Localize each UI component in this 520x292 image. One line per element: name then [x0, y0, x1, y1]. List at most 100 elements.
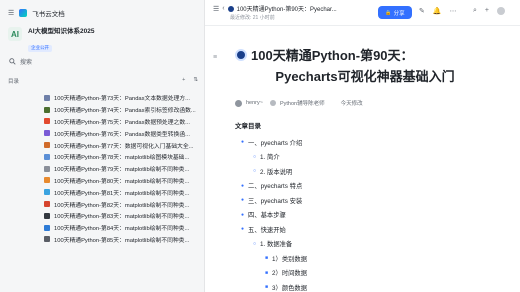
- toc-item-label: 四、基本步骤: [248, 212, 286, 220]
- toc-item[interactable]: ○ 1. 简介: [235, 150, 505, 165]
- sidebar-nav: 100天精通Python-第73天：Pandas文本数据处理方... 100天精…: [0, 92, 205, 245]
- toc-item[interactable]: ■ 1）类别数据: [235, 251, 505, 266]
- bullet-icon: ○: [253, 168, 257, 175]
- sidebar-item-label: 100天精通Python-第77天：数据可视化入门基础大全...: [54, 143, 194, 150]
- avatar-icon[interactable]: [497, 7, 506, 15]
- toc-item[interactable]: ● 二、pyecharts 特点: [235, 179, 505, 194]
- kb-badge: 企业公开: [28, 45, 52, 52]
- plus-icon[interactable]: +: [485, 7, 489, 15]
- doc-thumbnail-icon: [44, 224, 50, 231]
- sidebar-item-label: 100天精通Python-第80天：matplotlib绘制不同种类...: [54, 178, 190, 185]
- window-tools: ⌕ +: [473, 7, 506, 15]
- toc-item[interactable]: ■ 3）颜色数据: [235, 280, 505, 292]
- header-tools: ✎ 🔔 ⋯: [419, 7, 457, 15]
- sidebar-item[interactable]: 100天精通Python-第73天：Pandas文本数据处理方...: [0, 92, 205, 104]
- sidebar-item[interactable]: 100天精通Python-第81天：matplotlib绘制不同种类...: [0, 186, 205, 198]
- edit-icon[interactable]: ✎: [419, 7, 425, 15]
- share-button[interactable]: 🔒 分享: [378, 6, 412, 19]
- sidebar-toggle-icon[interactable]: ☰: [213, 5, 219, 13]
- bullet-icon: ■: [265, 255, 269, 262]
- sidebar-item-label: 100天精通Python-第74天：Pandas索引标签修改函数...: [54, 108, 196, 115]
- sidebar-item-label: 100天精通Python-第73天：Pandas文本数据处理方...: [54, 96, 190, 103]
- doc-thumbnail-icon: [44, 189, 50, 196]
- sidebar-item[interactable]: 100天精通Python-第74天：Pandas索引标签修改函数...: [0, 104, 205, 116]
- sidebar-item[interactable]: 100天精通Python-第76天：Pandas数据类型转换函...: [0, 127, 205, 139]
- doc-thumbnail-icon: [44, 212, 50, 219]
- directory-label: 目录: [8, 79, 20, 85]
- toc-item[interactable]: ○ 2. 版本说明: [235, 164, 505, 179]
- toc-title: 文章目录: [235, 123, 261, 130]
- more-icon[interactable]: ⋯: [450, 7, 457, 15]
- knowledge-base-header[interactable]: AI AI大模型知识体系2025 企业公开: [8, 27, 94, 54]
- sidebar-item[interactable]: 100天精通Python-第84天：matplotlib绘制不同种类...: [0, 222, 205, 234]
- last-modified: 最近修改: 21 小时前: [230, 15, 275, 21]
- doc-thumbnail-icon: [44, 153, 50, 160]
- sidebar-item-label: 100天精通Python-第81天：matplotlib绘制不同种类...: [54, 190, 190, 197]
- outline-toggle-icon[interactable]: ≡: [213, 54, 217, 61]
- sort-icon[interactable]: ⇅: [193, 77, 198, 85]
- doc-title-line1: 100天精通Python-第90天：: [251, 48, 414, 63]
- bullet-icon: ■: [265, 284, 269, 291]
- bullet-icon: ●: [241, 139, 245, 146]
- bullet-icon: ●: [241, 226, 245, 233]
- sidebar-item[interactable]: 100天精通Python-第85天：matplotlib绘制不同种类...: [0, 234, 205, 246]
- sidebar-item[interactable]: 100天精通Python-第80天：matplotlib绘制不同种类...: [0, 175, 205, 187]
- breadcrumb-title[interactable]: 100天精通Python-第90天：Pyechar...: [237, 4, 337, 13]
- bell-icon[interactable]: 🔔: [433, 7, 442, 15]
- menu-icon[interactable]: ☰: [8, 9, 14, 17]
- main-content: ☰ ‹ 100天精通Python-第90天：Pyechar... 最近修改: 2…: [205, 0, 520, 292]
- sidebar-item[interactable]: 100天精通Python-第78天：matplotlib绘图模块基础...: [0, 151, 205, 163]
- sidebar-item[interactable]: 100天精通Python-第79天：matplotlib绘制不同种类...: [0, 163, 205, 175]
- bullet-icon: ○: [253, 153, 257, 160]
- sidebar-item-label: 100天精通Python-第75天：Pandas数据预处理之数...: [54, 119, 190, 126]
- toc-item-label: 3）颜色数据: [272, 284, 308, 292]
- collaborator-name[interactable]: Python辅导陈老师: [280, 99, 325, 107]
- sidebar-item-label: 100天精通Python-第79天：matplotlib绘制不同种类...: [54, 167, 190, 174]
- search-icon[interactable]: ⌕: [473, 7, 477, 15]
- add-icon[interactable]: +: [182, 77, 185, 85]
- sidebar-item[interactable]: 100天精通Python-第83天：matplotlib绘制不同种类...: [0, 210, 205, 222]
- doc-thumbnail-icon: [44, 106, 50, 113]
- directory-header: 目录 + ⇅: [8, 77, 198, 85]
- toc-item-label: 三、pyecharts 安装: [248, 197, 303, 205]
- sidebar-item[interactable]: 100天精通Python-第82天：matplotlib绘制不同种类...: [0, 198, 205, 210]
- avatar: [235, 99, 242, 107]
- app-window: ☰ 飞书云文档 AI AI大模型知识体系2025 企业公开 搜索 目录 + ⇅ …: [0, 0, 520, 292]
- doc-thumbnail-icon: [44, 94, 50, 101]
- doc-header: ☰ ‹ 100天精通Python-第90天：Pyechar... 最近修改: 2…: [205, 0, 520, 26]
- toc-item-label: 1. 数据准备: [260, 241, 293, 249]
- toc-item-label: 2）时间数据: [272, 270, 308, 278]
- kb-avatar: AI: [8, 27, 22, 41]
- toc-item-label: 二、pyecharts 特点: [248, 183, 303, 191]
- doc-thumbnail-icon: [44, 236, 50, 243]
- toc-item-label: 2. 版本说明: [260, 168, 293, 176]
- kb-title: AI大模型知识体系2025: [28, 28, 95, 35]
- sidebar-item-label: 100天精通Python-第84天：matplotlib绘制不同种类...: [54, 226, 190, 233]
- search-icon: [9, 58, 16, 65]
- sidebar-item[interactable]: 100天精通Python-第75天：Pandas数据预处理之数...: [0, 116, 205, 128]
- chevron-left-icon[interactable]: ‹: [222, 5, 224, 12]
- author-row: henry~ Python辅导陈老师 今天修改: [235, 99, 505, 107]
- toc-item[interactable]: ● 五、快速开始: [235, 222, 505, 237]
- app-title: 飞书云文档: [32, 11, 65, 18]
- toc-item[interactable]: ● 三、pyecharts 安装: [235, 193, 505, 208]
- modified-label: 今天修改: [340, 101, 363, 107]
- doc-thumbnail-icon: [44, 177, 50, 184]
- doc-title: 100天精通Python-第90天：: [235, 45, 505, 66]
- search-input[interactable]: 搜索: [6, 55, 199, 68]
- toc-item-label: 1）类别数据: [272, 255, 308, 263]
- sidebar-item-label: 100天精通Python-第83天：matplotlib绘制不同种类...: [54, 214, 190, 221]
- lock-icon: 🔒: [385, 9, 392, 16]
- toc-item[interactable]: ○ 1. 数据准备: [235, 237, 505, 252]
- toc-item[interactable]: ● 四、基本步骤: [235, 208, 505, 223]
- author-name[interactable]: henry~: [246, 100, 263, 106]
- breadcrumb: ☰ ‹ 100天精通Python-第90天：Pyechar...: [213, 4, 337, 13]
- app-header: ☰ 飞书云文档: [8, 8, 65, 18]
- sidebar-item[interactable]: 100天精通Python-第77天：数据可视化入门基础大全...: [0, 139, 205, 151]
- toc-item[interactable]: ■ 2）时间数据: [235, 266, 505, 281]
- doc-small-icon: [227, 5, 234, 12]
- doc-thumbnail-icon: [44, 142, 50, 149]
- doc-title-icon: [235, 49, 247, 61]
- doc-thumbnail-icon: [44, 165, 50, 172]
- toc-item[interactable]: ● 一、pyecharts 介绍: [235, 135, 505, 150]
